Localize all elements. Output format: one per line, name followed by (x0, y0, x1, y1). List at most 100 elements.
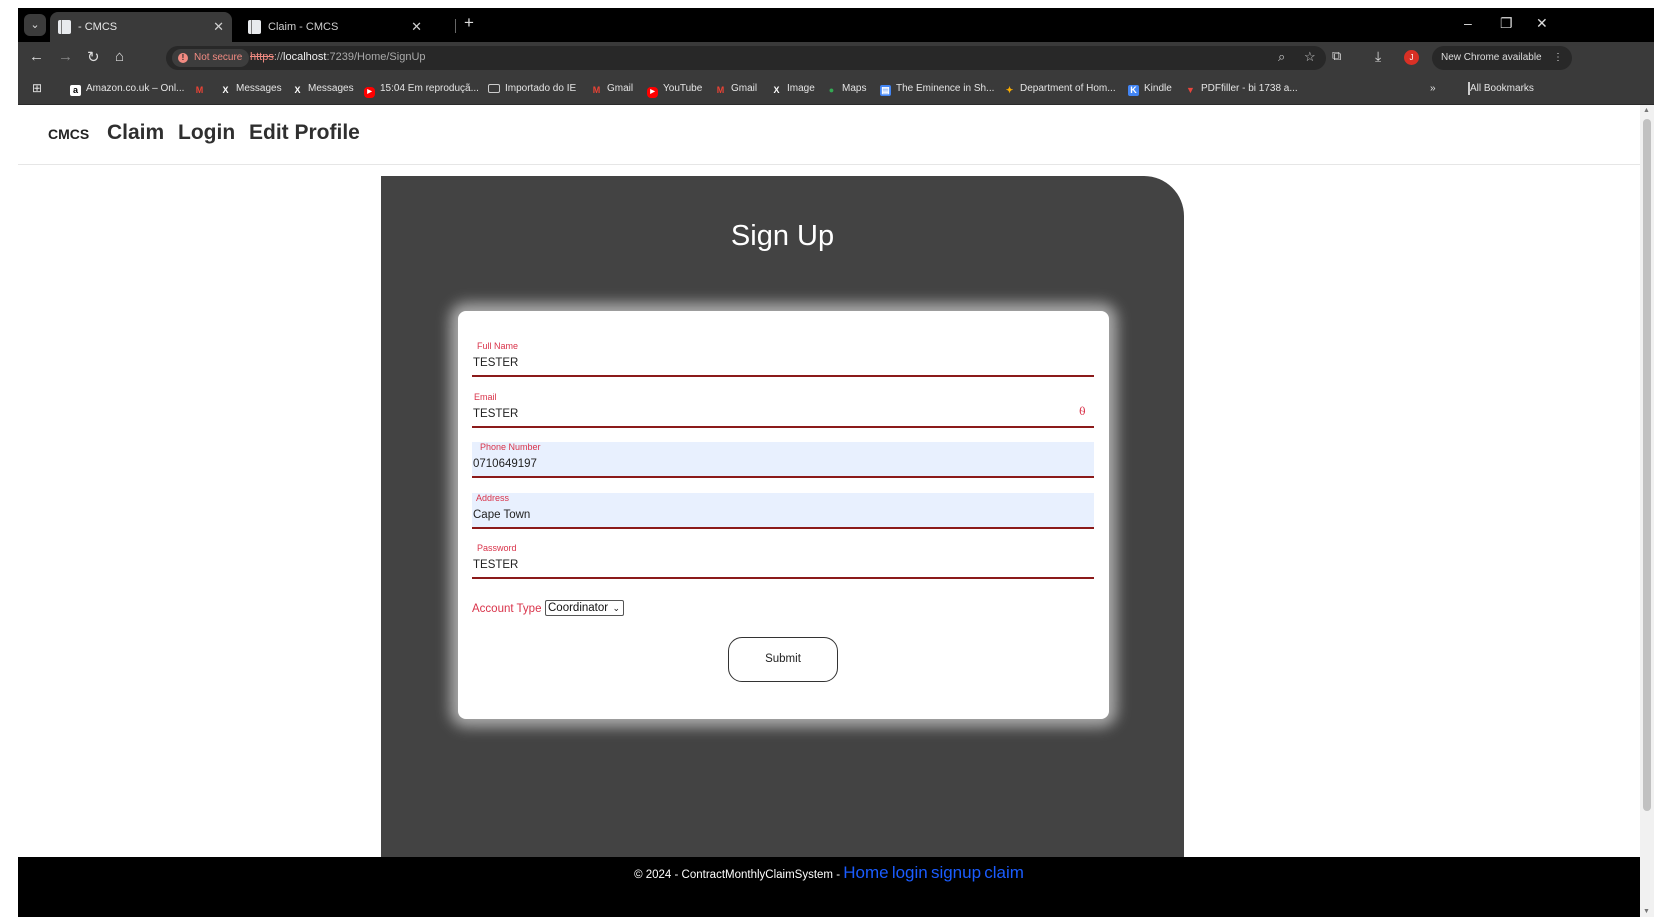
bookmark-label: Kindle (1144, 83, 1172, 94)
bookmark-item[interactable]: ▶ 15:04 Em reproduçã... (364, 83, 479, 98)
nav-link-claim[interactable]: Claim (107, 121, 164, 145)
new-tab-plus-icon[interactable]: + (464, 13, 474, 33)
download-icon[interactable]: ⤓ (1375, 48, 1381, 65)
password-manager-icon[interactable]: ⍬ (1079, 404, 1086, 419)
amazon-icon: a (70, 85, 81, 96)
bookmark-item[interactable]: a Amazon.co.uk – Onl... (70, 83, 184, 96)
zoom-icon[interactable]: ⌕ (1278, 49, 1285, 65)
gmail-icon: M (716, 85, 725, 95)
tab-title: - CMCS (78, 21, 118, 33)
password-value: TESTER (473, 559, 519, 571)
submit-button[interactable]: Submit (728, 637, 838, 682)
back-arrow-icon[interactable]: ← (29, 48, 44, 65)
url-path: :7239/Home/SignUp (326, 51, 426, 63)
account-type-label: Account Type (472, 603, 542, 615)
bookmark-label: 15:04 Em reproduçã... (380, 83, 479, 94)
close-icon[interactable]: ✕ (213, 19, 224, 35)
url-scheme: https (250, 51, 274, 63)
reload-icon[interactable]: ↻ (87, 48, 100, 66)
all-bookmarks-label: All Bookmarks (1470, 83, 1534, 94)
chevron-more-icon[interactable]: » (1430, 83, 1436, 94)
bookmark-item[interactable]: X Messages (292, 83, 354, 96)
address-field[interactable]: Address Cape Town (472, 493, 1094, 529)
url-separator: :// (273, 51, 284, 63)
site-footer: © 2024 - ContractMonthlyClaimSystem - Ho… (18, 857, 1640, 917)
update-chrome-button[interactable]: New Chrome available ⋮ (1432, 46, 1572, 70)
folder-icon (488, 84, 500, 93)
url-host: localhost (283, 51, 327, 63)
email-value: TESTER (473, 408, 519, 420)
bookmark-item[interactable]: M (194, 83, 210, 96)
minimize-icon[interactable]: – (1464, 15, 1472, 31)
phone-number-field[interactable]: Phone Number 0710649197 (472, 442, 1094, 478)
nav-link-login[interactable]: Login (178, 121, 235, 145)
footer-link-claim[interactable]: claim (984, 863, 1024, 882)
all-bookmarks-button[interactable]: All Bookmarks (1468, 82, 1534, 95)
scroll-thumb[interactable] (1643, 119, 1651, 811)
scroll-up-icon[interactable]: ▲ (1643, 107, 1650, 114)
tab-search-icon[interactable]: ⌄ (24, 14, 46, 36)
forward-arrow-icon[interactable]: → (58, 48, 73, 65)
bookmark-item[interactable]: ▼ PDFfiller - bi 1738 a... (1185, 83, 1298, 96)
phone-number-label: Phone Number (480, 442, 541, 452)
footer-link-signup[interactable]: signup (931, 863, 981, 882)
extensions-icon[interactable]: ⧉ (1332, 48, 1341, 64)
home-icon[interactable]: ⌂ (115, 48, 124, 65)
email-field[interactable]: Email TESTER ⍬ (472, 392, 1094, 428)
page-title: Sign Up (730, 220, 835, 252)
apps-grid-icon[interactable]: ⊞ (32, 81, 42, 95)
address-label: Address (476, 493, 510, 503)
scroll-down-icon[interactable]: ▼ (1643, 908, 1650, 915)
close-icon[interactable]: ✕ (411, 19, 422, 35)
address-bar[interactable]: ! Not secure https://localhost:7239/Home… (166, 46, 1326, 70)
footer-link-home[interactable]: Home (843, 863, 888, 882)
page-viewport: CMCS Claim Login Edit Profile Sign Up Fu… (18, 105, 1640, 917)
maps-icon: ● (828, 85, 835, 95)
bookmark-item[interactable]: ● Maps (826, 83, 867, 96)
bookmark-label: YouTube (663, 83, 703, 94)
bookmark-item[interactable]: X Image (771, 83, 814, 96)
bookmark-item[interactable]: M Gmail (715, 83, 757, 96)
bookmark-item[interactable]: X Messages (220, 83, 281, 96)
bookmark-label: Gmail (607, 83, 634, 94)
phone-number-value: 0710649197 (473, 458, 537, 470)
bookmark-item[interactable]: ▶ YouTube (647, 83, 702, 98)
star-icon[interactable]: ☆ (1304, 49, 1316, 65)
full-name-value: TESTER (473, 357, 519, 369)
full-name-label: Full Name (477, 341, 519, 351)
nav-link-edit-profile[interactable]: Edit Profile (249, 121, 360, 145)
password-label: Password (477, 543, 517, 553)
signup-form: Full Name TESTER Email TESTER ⍬ Phone Nu… (458, 311, 1109, 719)
browser-toolbar: ← → ↻ ⌂ ! Not secure https://localhost:7… (18, 42, 1654, 74)
signup-panel: Sign Up Full Name TESTER Email TESTER ⍬ … (381, 176, 1184, 876)
security-chip[interactable]: ! Not secure (172, 49, 250, 67)
page-icon (58, 20, 71, 34)
full-name-field[interactable]: Full Name TESTER (472, 341, 1094, 377)
account-type-value: Coordinator (548, 602, 609, 614)
window-close-icon[interactable]: ✕ (1536, 15, 1548, 32)
restore-icon[interactable]: ❐ (1500, 15, 1513, 32)
bookmark-label: Messages (308, 83, 354, 94)
bookmark-label: Maps (842, 83, 867, 94)
address-value: Cape Town (473, 509, 531, 521)
youtube-icon: ▶ (647, 87, 658, 98)
bookmark-item[interactable]: M Gmail (591, 83, 633, 96)
password-field[interactable]: Password TESTER (472, 543, 1094, 579)
email-label: Email (474, 392, 497, 402)
url-text[interactable]: https://localhost:7239/Home/SignUp (250, 51, 426, 63)
footer-link-login[interactable]: login (892, 863, 928, 882)
bookmark-item[interactable]: Importado do IE (488, 83, 576, 94)
brand-logo[interactable]: CMCS (48, 126, 89, 142)
bookmark-item[interactable]: ✦ Department of Hom... (1004, 83, 1116, 96)
bookmark-label: Importado do IE (505, 83, 577, 94)
bookmark-item[interactable]: ▤ The Eminence in Sh... (880, 83, 994, 96)
avatar[interactable]: J (1404, 50, 1419, 65)
account-type-select[interactable]: Coordinator ⌄ (545, 600, 624, 616)
tab-claim[interactable]: Claim - CMCS ✕ (240, 12, 430, 42)
update-label: New Chrome available (1441, 52, 1542, 63)
browser-window: ⌄ - CMCS ✕ Claim - CMCS ✕ + – ❐ ✕ ← → ↻ … (18, 8, 1654, 917)
footer-text: © 2024 - ContractMonthlyClaimSystem - Ho… (18, 863, 1640, 883)
tab-cmcs[interactable]: - CMCS ✕ (50, 12, 232, 42)
bookmark-item[interactable]: K Kindle (1128, 83, 1172, 96)
page-scrollbar[interactable]: ▲ ▼ (1640, 105, 1654, 917)
